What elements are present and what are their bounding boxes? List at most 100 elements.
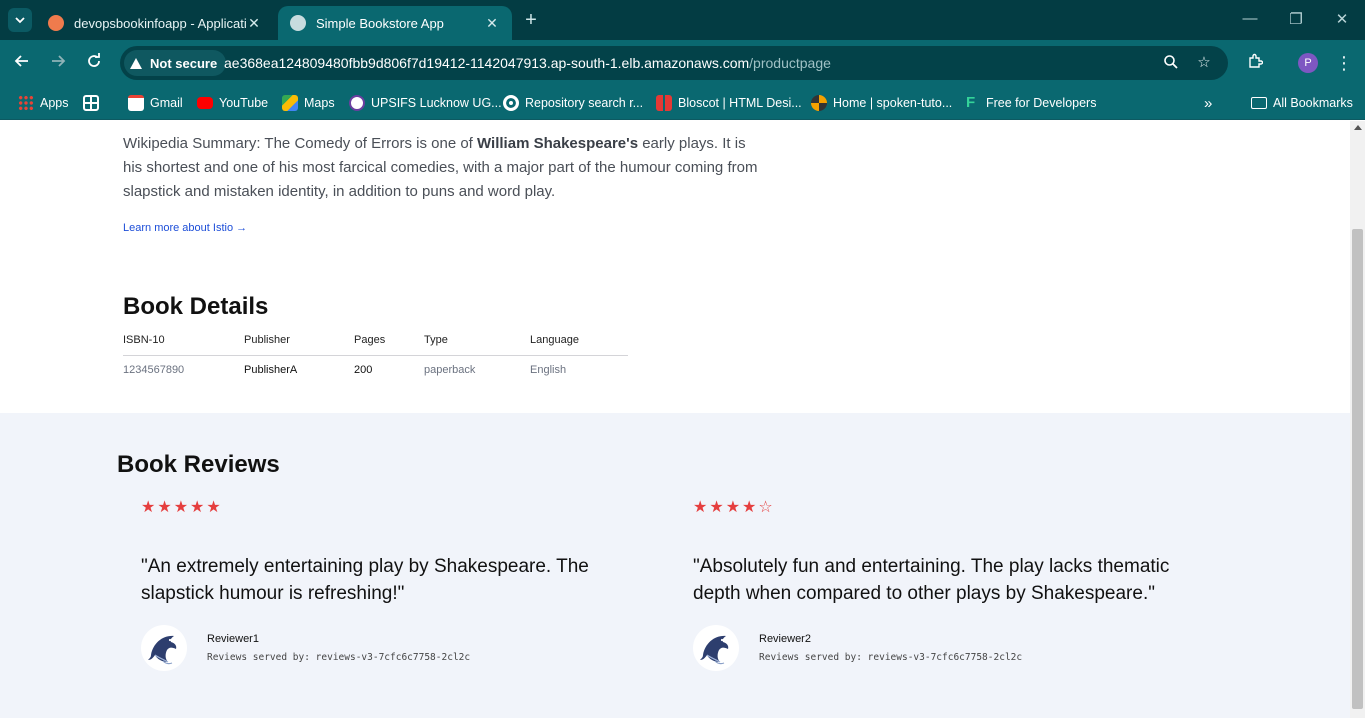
tab-simple-bookstore[interactable]: Simple Bookstore App ✕ <box>278 6 512 40</box>
bookmark-label: Free for Developers <box>986 96 1097 110</box>
reviewer-name: Reviewer2 <box>759 633 811 645</box>
globe-icon <box>290 15 306 31</box>
review-author: Reviewer2 Reviews served by: reviews-v3-… <box>693 625 1213 671</box>
new-tab-button[interactable]: + <box>520 9 542 31</box>
arrow-left-icon <box>14 55 28 67</box>
url-host: ae368ea124809480fbb9d806f7d19412-1142047… <box>224 55 750 71</box>
bookmarks-overflow-icon[interactable]: » <box>1204 93 1212 113</box>
bookmark-upsifs[interactable]: UPSIFS Lucknow UG... <box>349 93 502 113</box>
bookmark-github[interactable]: Repository search r... <box>503 93 643 113</box>
extensions-icon[interactable] <box>1244 52 1266 74</box>
reload-button[interactable] <box>83 52 105 74</box>
url-path: /productpage <box>749 55 831 71</box>
bookmark-label: Bloscot | HTML Desi... <box>678 96 802 110</box>
cell-language: English <box>530 364 567 376</box>
restore-button[interactable]: ❐ <box>1286 10 1306 28</box>
close-tab-icon[interactable]: ✕ <box>484 15 500 32</box>
served-by-text: Reviews served by: reviews-v3-7cfc6c7758… <box>207 652 471 663</box>
star-rating: ★★★★★ <box>141 499 223 516</box>
github-icon <box>503 95 519 111</box>
zoom-search-icon[interactable] <box>1162 54 1180 72</box>
review-author: Reviewer1 Reviews served by: reviews-v3-… <box>141 625 661 671</box>
forward-button[interactable] <box>47 52 69 74</box>
gmail-icon <box>128 95 144 111</box>
all-bookmarks[interactable]: All Bookmarks <box>1251 93 1353 113</box>
review-text: "Absolutely fun and entertaining. The pl… <box>693 556 1170 604</box>
bookmark-maps[interactable]: Maps <box>282 93 335 113</box>
bookmark-label: Gmail <box>150 96 183 110</box>
bookmark-label: Home | spoken-tuto... <box>833 96 953 110</box>
reviewer-name: Reviewer1 <box>207 633 259 645</box>
header-publisher: Publisher <box>244 334 290 346</box>
book-reviews-section: Book Reviews ★★★★★ "An extremely enterta… <box>0 413 1350 718</box>
bookmark-free-for-developers[interactable]: F Free for Developers <box>966 93 1096 113</box>
bookmark-label: YouTube <box>219 96 269 110</box>
cell-type: paperback <box>424 364 476 376</box>
vertical-scrollbar[interactable] <box>1350 121 1365 718</box>
header-language: Language <box>530 334 579 346</box>
bookmark-label: UPSIFS Lucknow UG... <box>371 96 502 110</box>
summary-prefix: Wikipedia Summary: The Comedy of Errors … <box>123 135 478 152</box>
summary-author: William Shakespeare's <box>477 135 639 152</box>
more-menu-icon[interactable]: ⋮ <box>1333 52 1355 74</box>
book-summary: Wikipedia Summary: The Comedy of Errors … <box>123 132 763 204</box>
cell-isbn: 1234567890 <box>123 364 185 376</box>
tab-title: devopsbookinfoapp - Applicati <box>74 15 246 31</box>
table-row: 1234567890 PublisherA 200 paperback Engl… <box>123 356 628 386</box>
tab-groups-icon <box>83 95 99 111</box>
apps-grid-icon <box>18 95 34 111</box>
tab-devopsbookinfoapp[interactable]: devopsbookinfoapp - Applicati ✕ <box>36 6 274 40</box>
bookmark-tab-groups[interactable] <box>83 93 105 113</box>
profile-avatar[interactable]: P <box>1298 53 1318 73</box>
learn-more-istio-link[interactable]: Learn more about Istio → <box>123 222 247 234</box>
page-viewport: Wikipedia Summary: The Comedy of Errors … <box>0 121 1350 718</box>
scrollbar-thumb[interactable] <box>1352 229 1363 709</box>
tab-strip: devopsbookinfoapp - Applicati ✕ Simple B… <box>0 0 1365 40</box>
bookmark-spoken-tutorial[interactable]: Home | spoken-tuto... <box>811 93 952 113</box>
bookmark-label: Maps <box>304 96 335 110</box>
served-by-text: Reviews served by: reviews-v3-7cfc6c7758… <box>759 652 1023 663</box>
bookmark-label: Apps <box>40 96 69 110</box>
review-card: ★★★★☆ "Absolutely fun and entertaining. … <box>693 497 1213 671</box>
upsifs-icon <box>349 95 365 111</box>
bloscot-icon <box>656 95 672 111</box>
url-text[interactable]: ae368ea124809480fbb9d806f7d19412-1142047… <box>224 55 831 71</box>
review-card: ★★★★★ "An extremely entertaining play by… <box>141 497 661 671</box>
folder-icon <box>1251 97 1267 109</box>
address-bar[interactable]: Not secure ae368ea124809480fbb9d806f7d19… <box>120 46 1228 80</box>
bookmarks-bar: Apps Gmail YouTube Maps UPSIFS Lucknow U… <box>0 86 1365 120</box>
bookmark-bloscot[interactable]: Bloscot | HTML Desi... <box>656 93 802 113</box>
header-isbn: ISBN-10 <box>123 334 165 346</box>
review-text: "An extremely entertaining play by Shake… <box>141 556 589 604</box>
browser-toolbar: Not secure ae368ea124809480fbb9d806f7d19… <box>0 40 1365 86</box>
bookmark-apps[interactable]: Apps <box>18 93 69 113</box>
free-dev-icon: F <box>966 94 976 111</box>
bookmark-youtube[interactable]: YouTube <box>197 93 268 113</box>
table-header-row: ISBN-10 Publisher Pages Type Language <box>123 326 628 356</box>
header-pages: Pages <box>354 334 386 346</box>
book-details-heading: Book Details <box>123 293 269 320</box>
book-reviews-heading: Book Reviews <box>117 451 280 478</box>
close-window-button[interactable]: ✕ <box>1332 10 1352 28</box>
bookmark-gmail[interactable]: Gmail <box>128 93 183 113</box>
close-tab-icon[interactable]: ✕ <box>246 15 262 32</box>
bookmark-star-icon[interactable]: ☆ <box>1195 54 1213 72</box>
book-details-table: ISBN-10 Publisher Pages Type Language 12… <box>123 326 628 386</box>
argocd-favicon-icon <box>48 15 64 31</box>
chevron-down-icon <box>15 17 25 24</box>
arrow-right-icon <box>52 55 66 67</box>
star-rating: ★★★★☆ <box>693 499 775 516</box>
security-chip[interactable]: Not secure <box>124 50 227 76</box>
maps-icon <box>282 95 298 111</box>
tab-search-button[interactable] <box>8 8 32 32</box>
minimize-button[interactable]: — <box>1240 10 1260 27</box>
tab-title: Simple Bookstore App <box>316 15 444 31</box>
back-button[interactable] <box>11 52 33 74</box>
dolphin-avatar-icon <box>141 625 187 671</box>
dolphin-avatar-icon <box>693 625 739 671</box>
warning-icon <box>130 57 142 69</box>
cell-pages: 200 <box>354 364 373 376</box>
scroll-up-arrow-icon[interactable] <box>1354 125 1362 130</box>
all-bookmarks-label: All Bookmarks <box>1273 96 1353 110</box>
reload-icon <box>88 53 100 67</box>
